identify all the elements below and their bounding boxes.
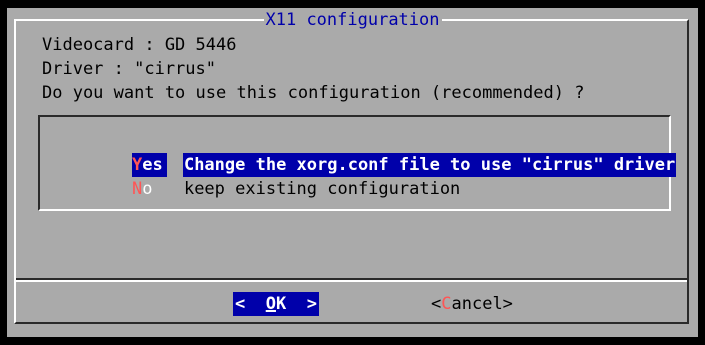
hotkey-letter: N (131, 179, 143, 199)
menu-item-yes[interactable]: Yes Change the xorg.conf file to use "cir… (91, 129, 677, 177)
cancel-hotkey-letter: C (441, 294, 452, 314)
dialog-title: X11 configuration (263, 8, 442, 32)
menu-item-no[interactable]: No keep existing configuration (91, 153, 461, 199)
ok-left-bracket: < (235, 294, 266, 314)
button-separator (16, 278, 687, 282)
ok-label-rest: K (275, 294, 287, 314)
ok-button[interactable]: < OK > (233, 292, 319, 316)
x11-config-dialog: X11 configuration Videocard : GD 5446 Dr… (7, 8, 698, 337)
cancel-left-bracket: < (431, 294, 442, 314)
question-line: Do you want to use this configuration (r… (42, 83, 585, 103)
videocard-line: Videocard : GD 5446 (42, 35, 237, 55)
menu-item-tag: No (132, 177, 167, 201)
cancel-label-rest: ancel> (451, 294, 513, 314)
ok-right-bracket: > (286, 294, 317, 314)
ok-hotkey-letter: O (265, 294, 276, 314)
cancel-button[interactable]: <Cancel> (431, 292, 513, 316)
tag-rest: o (142, 179, 153, 199)
menu-item-description: keep existing configuration (183, 179, 461, 199)
driver-line: Driver : "cirrus" (42, 59, 216, 79)
